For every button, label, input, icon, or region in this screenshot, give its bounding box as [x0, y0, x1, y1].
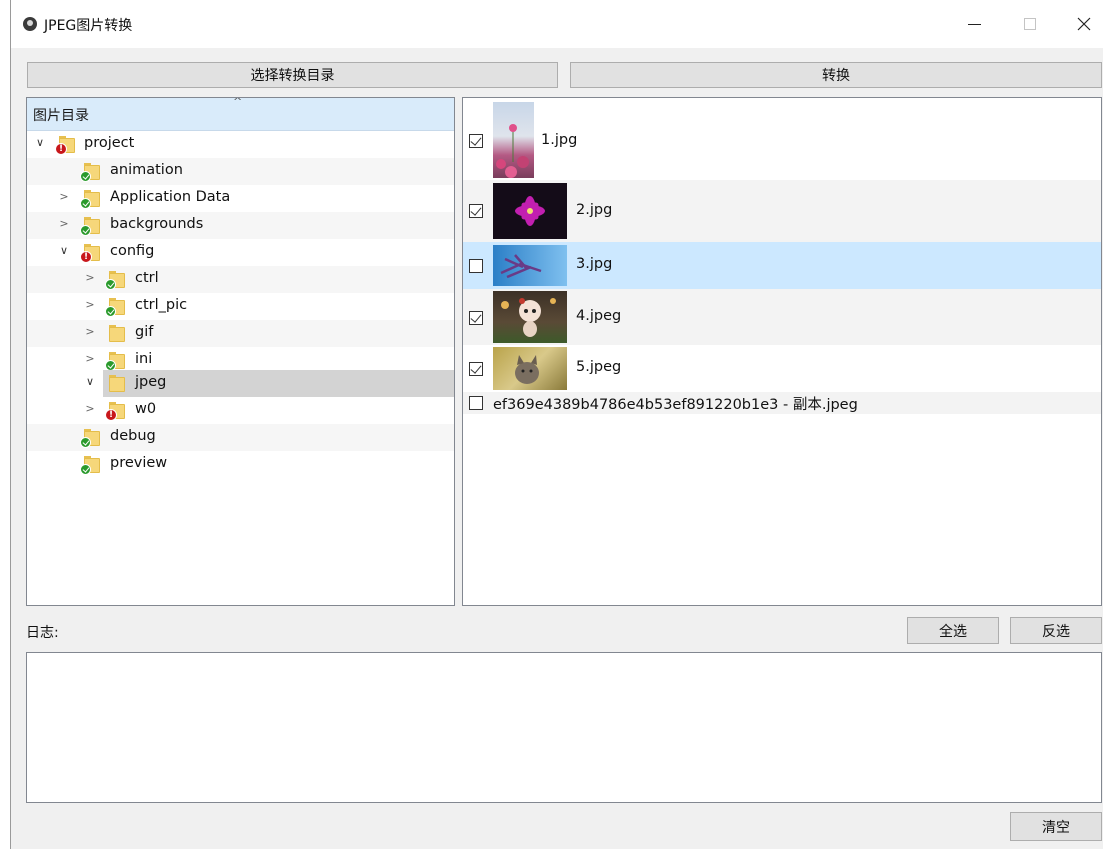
image-filename: 3.jpg: [576, 256, 613, 272]
tree-node-label: jpeg: [135, 374, 167, 390]
tree-node-gif[interactable]: > gif: [27, 320, 454, 347]
clear-log-button[interactable]: 清空: [1010, 812, 1102, 841]
image-list-item[interactable]: 3.jpg: [463, 242, 1101, 289]
tree-node-jpeg[interactable]: ∨ jpeg: [86, 370, 454, 397]
folder-warning-icon: !: [105, 402, 125, 421]
folder-ok-icon: [105, 352, 125, 371]
chevron-right-icon[interactable]: >: [83, 271, 97, 285]
image-filename: 2.jpg: [576, 202, 613, 218]
folder-ok-icon: [105, 271, 125, 290]
chevron-right-icon[interactable]: >: [83, 325, 97, 339]
image-checkbox[interactable]: [469, 134, 483, 148]
image-checkbox[interactable]: [469, 362, 483, 376]
close-icon: [1077, 17, 1091, 31]
tree-node-ctrl-pic[interactable]: > ctrl_pic: [27, 293, 454, 320]
folder-icon: [109, 375, 125, 392]
sort-up-icon: ^: [233, 97, 243, 108]
select-directory-button[interactable]: 选择转换目录: [27, 62, 558, 88]
folder-ok-icon: [80, 217, 100, 236]
invert-selection-button[interactable]: 反选: [1010, 617, 1102, 644]
tree-node-project[interactable]: ∨ ! project: [27, 131, 454, 158]
image-filename: 1.jpg: [541, 132, 578, 148]
app-icon: [23, 17, 37, 31]
chevron-down-icon[interactable]: ∨: [83, 375, 97, 389]
image-list[interactable]: 1.jpg 2.jpg 3.jpg 4.jpeg 5.jpeg ef369e43…: [462, 97, 1102, 606]
tree-node-label: debug: [110, 428, 156, 444]
tree-node-label: w0: [135, 401, 157, 417]
chevron-right-icon[interactable]: >: [83, 352, 97, 366]
image-thumbnail: [493, 102, 534, 178]
folder-ok-icon: [105, 298, 125, 317]
chevron-right-icon[interactable]: >: [57, 217, 71, 231]
tree-node-label: preview: [110, 455, 168, 471]
tree-node-label: ctrl_pic: [135, 297, 188, 313]
close-button[interactable]: [1061, 0, 1103, 48]
image-list-item[interactable]: ef369e4389b4786e4b53ef891220b1e3 - 副本.jp…: [463, 392, 1101, 414]
tree-node-config[interactable]: ∨ ! config: [27, 239, 454, 266]
tree-header-label: 图片目录: [33, 108, 89, 124]
tree-node-ctrl[interactable]: > ctrl: [27, 266, 454, 293]
image-thumbnail: [493, 183, 567, 239]
image-list-item[interactable]: 1.jpg: [463, 98, 1101, 180]
image-thumbnail: [493, 245, 567, 286]
folder-warning-icon: !: [80, 244, 100, 263]
log-textarea[interactable]: [26, 652, 1102, 803]
image-filename: 5.jpeg: [576, 359, 622, 375]
convert-button[interactable]: 转换: [570, 62, 1102, 88]
tree-node-debug[interactable]: debug: [27, 424, 454, 451]
title-bar[interactable]: JPEG图片转换: [11, 0, 1103, 48]
image-list-item[interactable]: 5.jpeg: [463, 345, 1101, 392]
maximize-button[interactable]: [1007, 0, 1053, 48]
image-list-item[interactable]: 4.jpeg: [463, 289, 1101, 345]
directory-tree[interactable]: 图片目录 ^ ∨ ! project animation > Applicati…: [26, 97, 455, 606]
tree-node-label: animation: [110, 162, 183, 178]
image-checkbox[interactable]: [469, 259, 483, 273]
app-window: JPEG图片转换 选择转换目录 转换 图片目录 ^ ∨ ! project an…: [10, 0, 1103, 849]
folder-warning-icon: !: [55, 136, 75, 155]
tree-node-label: backgrounds: [110, 216, 204, 232]
tree-node-label: project: [84, 135, 135, 151]
tree-node-label: gif: [135, 324, 154, 340]
tree-node-preview[interactable]: preview: [27, 451, 454, 478]
image-filename: 4.jpeg: [576, 308, 622, 324]
folder-icon: [109, 325, 125, 342]
tree-node-label: config: [110, 243, 155, 259]
tree-node-label: Application Data: [110, 189, 231, 205]
tree-node-animation[interactable]: animation: [27, 158, 454, 185]
log-label: 日志:: [26, 625, 59, 641]
tree-node-label: ctrl: [135, 270, 159, 286]
tree-node-label: ini: [135, 351, 153, 367]
window-title: JPEG图片转换: [44, 18, 133, 34]
image-thumbnail: [493, 347, 567, 390]
tree-node-application-data[interactable]: > Application Data: [27, 185, 454, 212]
select-all-button[interactable]: 全选: [907, 617, 999, 644]
chevron-right-icon[interactable]: >: [57, 190, 71, 204]
image-thumbnail: [493, 291, 567, 343]
folder-ok-icon: [80, 456, 100, 475]
chevron-right-icon[interactable]: >: [83, 402, 97, 416]
tree-node-backgrounds[interactable]: > backgrounds: [27, 212, 454, 239]
image-filename: ef369e4389b4786e4b53ef891220b1e3 - 副本.jp…: [493, 397, 858, 413]
chevron-down-icon[interactable]: ∨: [57, 244, 71, 258]
chevron-right-icon[interactable]: >: [83, 298, 97, 312]
chevron-down-icon[interactable]: ∨: [33, 136, 47, 150]
tree-header[interactable]: 图片目录 ^: [27, 98, 454, 131]
folder-ok-icon: [80, 190, 100, 209]
tree-node-w0[interactable]: > ! w0: [27, 397, 454, 424]
image-list-item[interactable]: 2.jpg: [463, 180, 1101, 242]
image-checkbox[interactable]: [469, 396, 483, 410]
minimize-button[interactable]: [951, 0, 997, 48]
image-checkbox[interactable]: [469, 204, 483, 218]
folder-ok-icon: [80, 429, 100, 448]
image-checkbox[interactable]: [469, 311, 483, 325]
folder-ok-icon: [80, 163, 100, 182]
